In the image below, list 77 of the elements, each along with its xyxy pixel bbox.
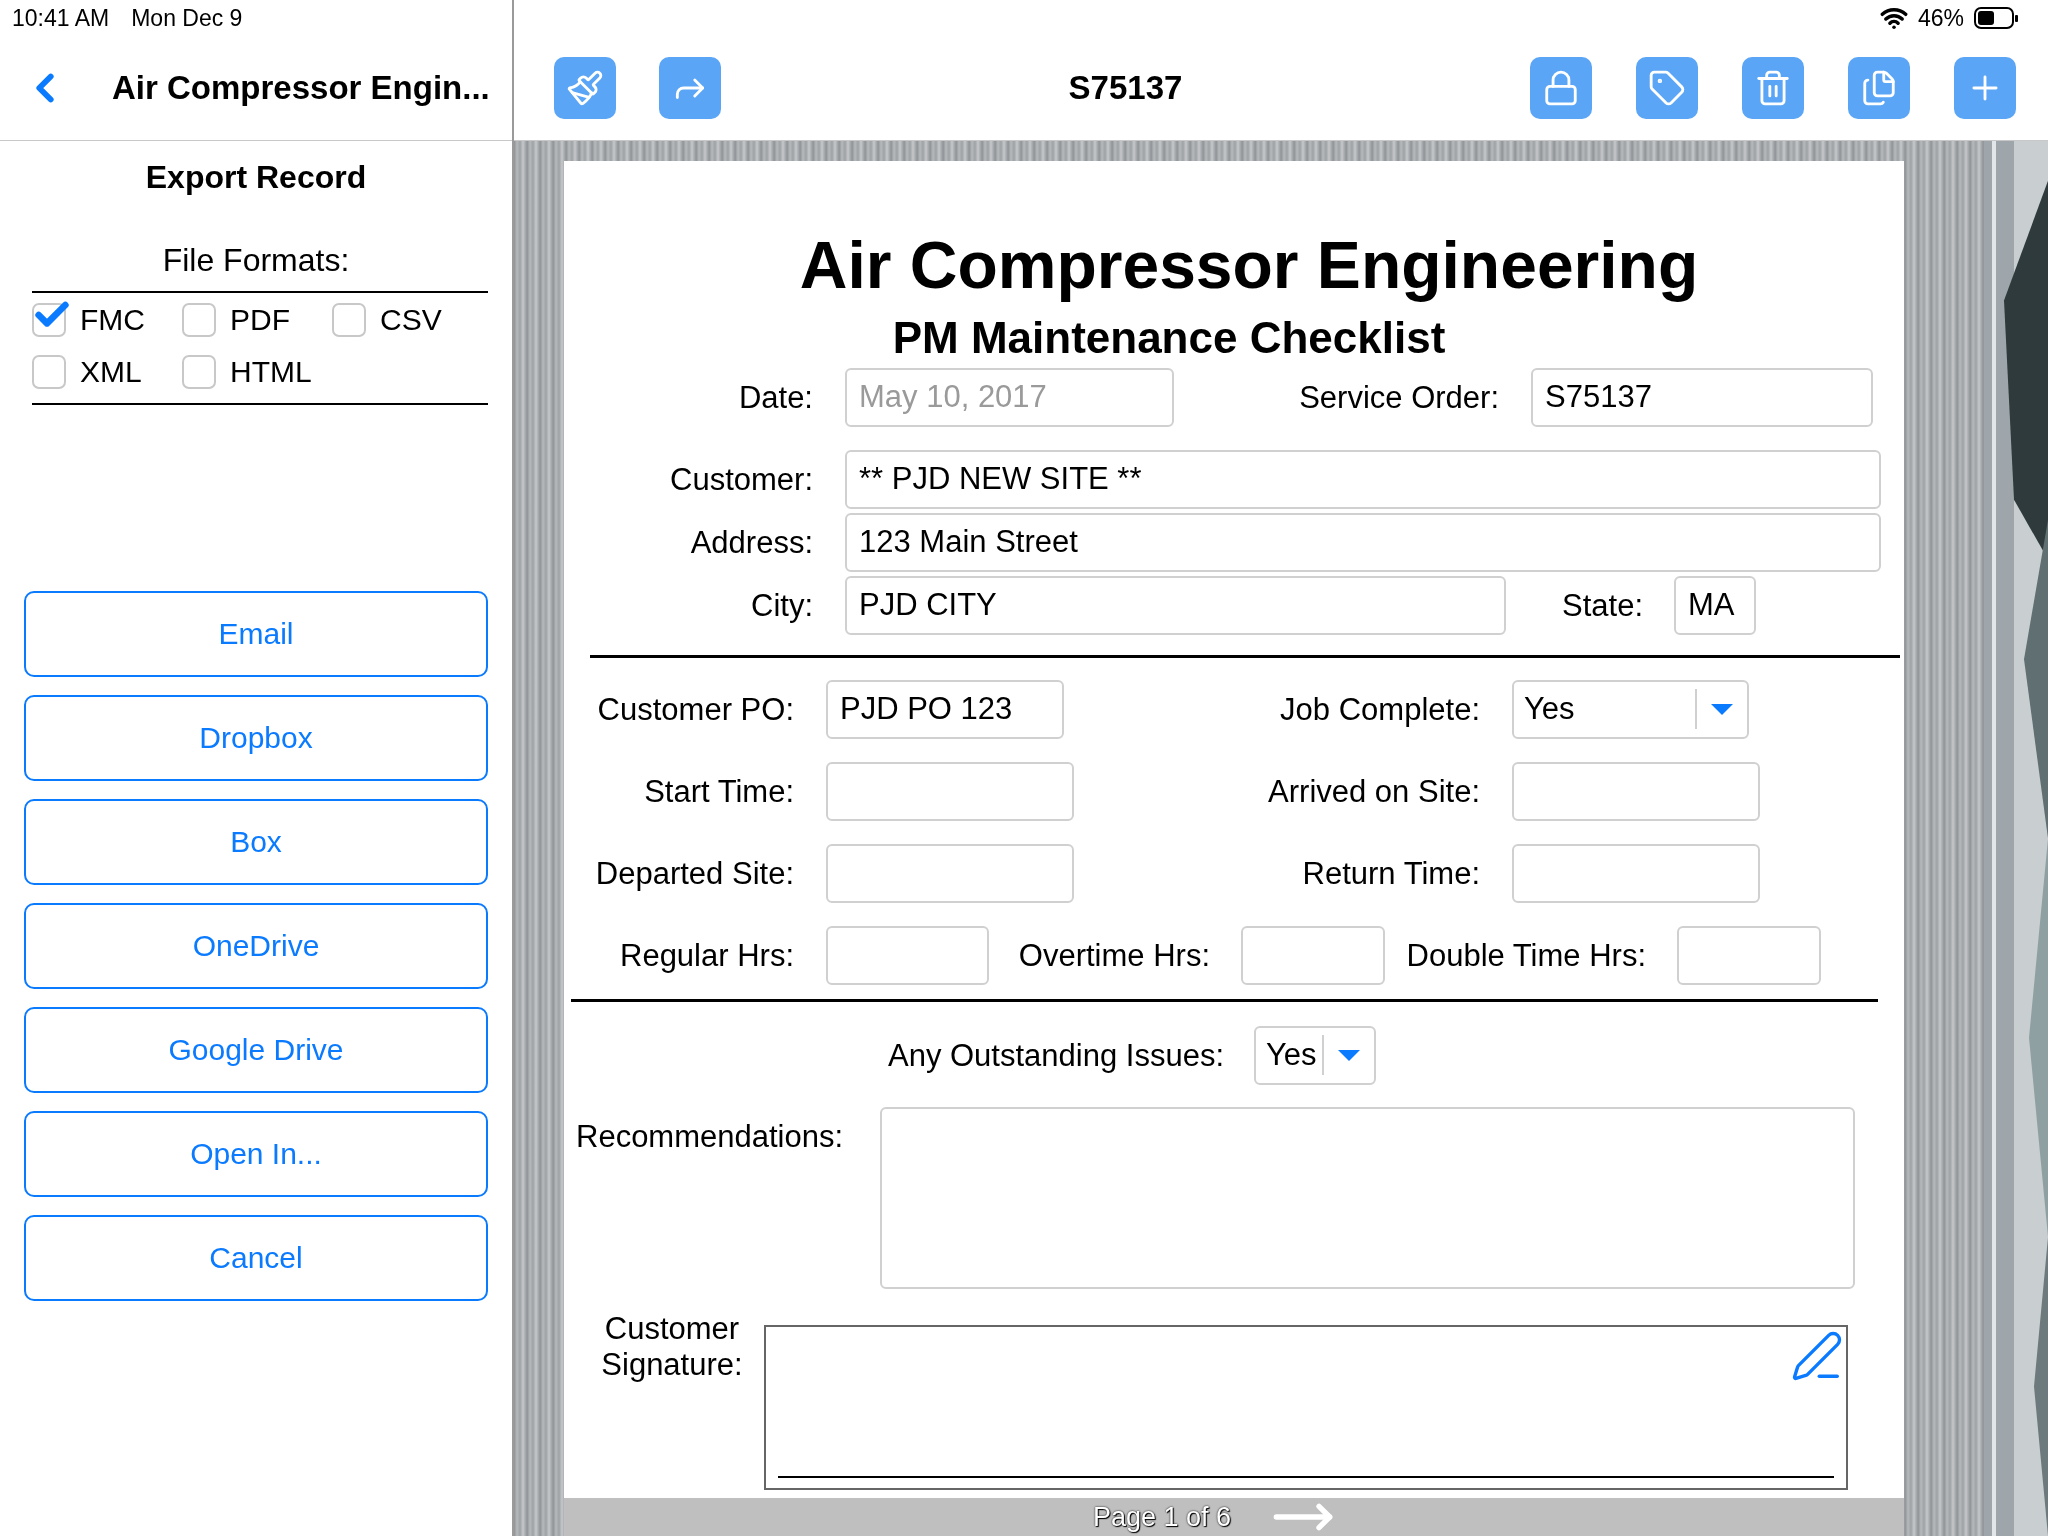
input-field[interactable]: May 10, 2017 [845, 368, 1174, 427]
field-label: State: [1561, 587, 1643, 624]
text-area[interactable] [880, 1107, 1855, 1289]
input-field[interactable]: 123 Main Street [845, 513, 1881, 572]
page-indicator: Page 1 of 6 [1092, 1501, 1232, 1533]
input-field[interactable]: PJD PO 123 [826, 680, 1064, 739]
share-button[interactable] [659, 57, 721, 119]
export-button[interactable]: OneDrive [24, 903, 488, 989]
lock-button[interactable] [1530, 57, 1592, 119]
dropdown[interactable]: Yes [1512, 680, 1749, 739]
input-field[interactable]: ** PJD NEW SITE ** [845, 450, 1881, 509]
status-time: 10:41 AM [12, 4, 110, 32]
field-label: Address: [689, 524, 813, 561]
export-button[interactable]: Email [24, 591, 488, 677]
field-label: Regular Hrs: [619, 937, 794, 974]
signature-box[interactable] [764, 1325, 1848, 1490]
input-field[interactable] [1512, 844, 1760, 903]
format-checkbox[interactable]: FMC [32, 303, 182, 337]
export-button[interactable]: Open In... [24, 1111, 488, 1197]
field-label: Date: [737, 379, 813, 416]
battery-icon [1974, 6, 2020, 30]
input-field[interactable] [1241, 926, 1385, 985]
pen-icon[interactable] [1790, 1329, 1844, 1383]
field-label: Customer Signature: [600, 1311, 744, 1383]
brush-icon [566, 69, 604, 107]
export-button[interactable]: Google Drive [24, 1007, 488, 1093]
input-field[interactable]: S75137 [1531, 368, 1873, 427]
form-title: Air Compressor Engineering [798, 229, 1700, 302]
input-field[interactable] [826, 844, 1074, 903]
input-field[interactable] [1512, 762, 1760, 821]
checkbox[interactable] [332, 303, 366, 337]
formats-label: File Formats: [161, 242, 351, 279]
tag-button[interactable] [1636, 57, 1698, 119]
field-label: Job Complete: [1279, 691, 1480, 728]
status-date: Mon Dec 9 [131, 4, 243, 32]
checkbox[interactable] [32, 355, 66, 389]
field-label: Service Order: [1298, 379, 1499, 416]
input-field[interactable] [1677, 926, 1821, 985]
field-label: Recommendations: [575, 1118, 845, 1155]
tag-icon [1648, 69, 1686, 107]
record-title: S75137 [1067, 69, 1184, 107]
input-field[interactable]: MA [1674, 576, 1756, 635]
field-label: Overtime Hrs: [1017, 937, 1210, 974]
lock-icon [1542, 69, 1580, 107]
input-field[interactable]: PJD CITY [845, 576, 1506, 635]
documents-icon [1860, 69, 1898, 107]
field-label: Arrived on Site: [1267, 773, 1480, 810]
documents-button[interactable] [1848, 57, 1910, 119]
field-label: Return Time: [1301, 855, 1480, 892]
form-subtitle: PM Maintenance Checklist [891, 313, 1447, 362]
add-button[interactable] [1954, 57, 2016, 119]
format-checkbox[interactable]: PDF [182, 303, 332, 337]
export-button[interactable]: Cancel [24, 1215, 488, 1301]
field-label: Any Outstanding Issues: [886, 1037, 1224, 1074]
field-label: Customer: [669, 461, 813, 498]
field-label: Double Time Hrs: [1405, 937, 1646, 974]
export-button[interactable]: Dropbox [24, 695, 488, 781]
checkbox[interactable] [182, 355, 216, 389]
input-field[interactable] [826, 762, 1074, 821]
dropdown[interactable]: Yes [1254, 1026, 1376, 1085]
format-checkbox[interactable]: CSV [332, 303, 482, 337]
nav-title: Air Compressor Engin... [112, 69, 490, 107]
format-checkbox[interactable]: XML [32, 355, 182, 389]
export-button[interactable]: Box [24, 799, 488, 885]
checkbox[interactable] [32, 303, 66, 337]
field-label: City: [750, 587, 813, 624]
field-label: Customer PO: [596, 691, 794, 728]
brush-button[interactable] [554, 57, 616, 119]
trash-icon [1754, 69, 1792, 107]
field-label: Start Time: [643, 773, 794, 810]
panel-heading: Export Record [144, 159, 368, 196]
battery-percent: 46% [1917, 4, 1964, 32]
field-label: Departed Site: [594, 855, 794, 892]
input-field[interactable] [826, 926, 989, 985]
checkbox[interactable] [182, 303, 216, 337]
trash-button[interactable] [1742, 57, 1804, 119]
format-checkbox[interactable]: HTML [182, 355, 332, 389]
